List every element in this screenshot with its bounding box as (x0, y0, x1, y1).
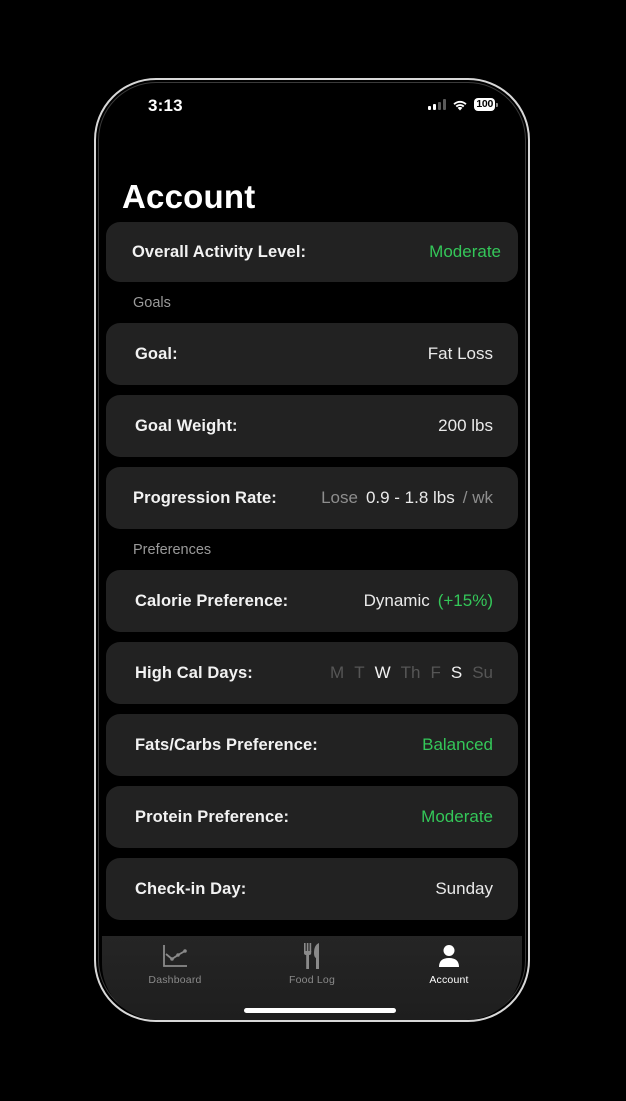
tab-label: Account (429, 974, 469, 986)
wifi-icon (453, 100, 467, 110)
day-toggle-monday[interactable]: M (330, 663, 344, 683)
person-icon (439, 945, 459, 967)
battery-icon: 100 (474, 98, 498, 111)
goal-label: Goal: (135, 344, 178, 363)
progression-rate-label: Progression Rate: (133, 488, 277, 507)
progression-rate-row[interactable]: Progression Rate: Lose 0.9 - 1.8 lbs / w… (106, 467, 518, 529)
calorie-preference-label: Calorie Preference: (135, 591, 289, 610)
calorie-preference-modifier: (+15%) (437, 591, 493, 610)
cellular-signal-icon (428, 99, 447, 110)
fork-knife-icon (304, 943, 319, 969)
progression-rate-prefix: Lose (321, 488, 358, 507)
day-selector: M T W Th F S Su (330, 663, 493, 683)
calorie-preference-row[interactable]: Calorie Preference: Dynamic (+15%) (106, 570, 518, 632)
tab-account[interactable]: Account (404, 936, 494, 988)
activity-level-label: Overall Activity Level: (132, 242, 307, 261)
tab-dashboard[interactable]: Dashboard (130, 936, 220, 988)
fats-carbs-preference-row[interactable]: Fats/Carbs Preference: Balanced (106, 714, 518, 776)
phone-frame: 3:13 100 Account Overall Activity Level: (94, 78, 530, 1022)
protein-preference-value: Moderate (421, 807, 493, 826)
day-toggle-saturday[interactable]: S (451, 663, 462, 683)
section-header-preferences: Preferences (133, 542, 212, 558)
day-toggle-thursday[interactable]: Th (401, 663, 421, 683)
progression-rate-value: Lose 0.9 - 1.8 lbs / wk (321, 488, 493, 508)
tab-label: Dashboard (148, 974, 202, 986)
goal-weight-value: 200 lbs (438, 416, 493, 435)
progression-rate-suffix: / wk (462, 488, 493, 507)
chart-line-icon (163, 945, 187, 967)
day-toggle-friday[interactable]: F (430, 663, 440, 683)
tab-food-log[interactable]: Food Log (267, 936, 357, 988)
status-time: 3:13 (148, 96, 183, 115)
fats-carbs-preference-label: Fats/Carbs Preference: (135, 735, 318, 754)
status-bar: 3:13 100 (96, 80, 528, 134)
progression-rate-amount: 0.9 - 1.8 lbs (365, 488, 455, 507)
check-in-day-value: Sunday (435, 879, 493, 898)
calorie-preference-value: Dynamic (+15%) (364, 591, 493, 611)
check-in-day-label: Check-in Day: (135, 879, 247, 898)
calorie-preference-mode: Dynamic (363, 591, 430, 610)
settings-list: Overall Activity Level: Moderate Goals G… (106, 222, 518, 930)
goal-weight-label: Goal Weight: (135, 416, 238, 435)
fats-carbs-preference-value: Balanced (422, 735, 493, 754)
activity-level-value: Moderate (429, 242, 501, 261)
goal-row[interactable]: Goal: Fat Loss (106, 323, 518, 385)
page-title: Account (122, 178, 256, 215)
tab-bar: Dashboard Food Log Account (102, 936, 522, 1020)
protein-preference-row[interactable]: Protein Preference: Moderate (106, 786, 518, 848)
day-toggle-wednesday[interactable]: W (375, 663, 391, 683)
day-toggle-sunday[interactable]: Su (472, 663, 493, 683)
status-icons: 100 (428, 98, 498, 111)
protein-preference-label: Protein Preference: (135, 807, 290, 826)
section-header-goals: Goals (133, 295, 171, 311)
battery-level: 100 (474, 98, 495, 111)
goal-weight-row[interactable]: Goal Weight: 200 lbs (106, 395, 518, 457)
high-cal-days-label: High Cal Days: (135, 663, 253, 682)
day-toggle-tuesday[interactable]: T (354, 663, 364, 683)
high-cal-days-row: High Cal Days: M T W Th F S Su (106, 642, 518, 704)
home-indicator[interactable] (244, 1008, 396, 1013)
tab-label: Food Log (289, 974, 335, 986)
check-in-day-row[interactable]: Check-in Day: Sunday (106, 858, 518, 920)
goal-value: Fat Loss (427, 344, 493, 363)
activity-level-row[interactable]: Overall Activity Level: Moderate (106, 222, 518, 282)
